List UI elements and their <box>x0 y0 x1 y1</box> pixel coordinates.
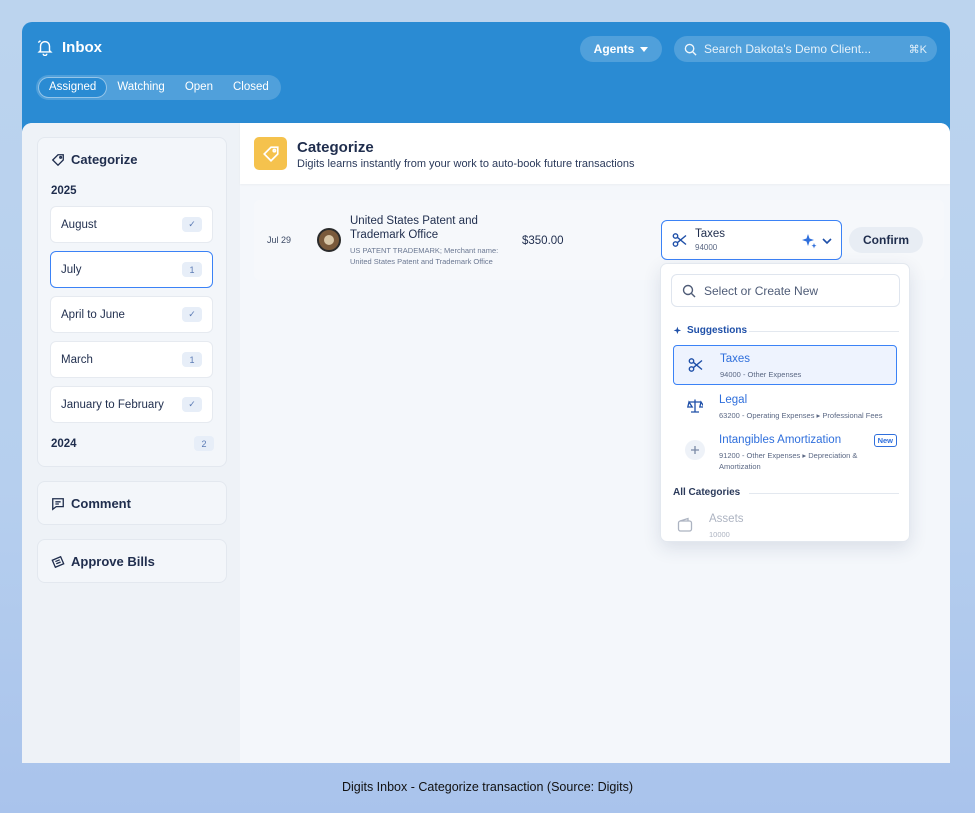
sidebar: Categorize 2025 August ✓ July 1 April to… <box>22 123 240 763</box>
chevron-down-icon <box>822 238 832 245</box>
wallet-icon <box>677 517 693 532</box>
option-name: Assets <box>709 513 744 525</box>
main-panel: Categorize Digits learns instantly from … <box>240 123 950 763</box>
month-label: January to February <box>61 398 164 411</box>
month-march[interactable]: March 1 <box>50 341 213 378</box>
divider <box>749 331 899 332</box>
bell-icon <box>37 40 53 56</box>
categorize-title: Categorize <box>71 152 138 167</box>
plus-icon <box>685 440 705 460</box>
transaction-date: Jul 29 <box>267 235 292 245</box>
tab-closed[interactable]: Closed <box>223 77 279 98</box>
category-select[interactable]: Taxes 94000 <box>661 220 842 260</box>
month-april-to-june[interactable]: April to June ✓ <box>50 296 213 333</box>
year-2024-row[interactable]: 2024 2 <box>51 436 214 451</box>
bill-icon <box>51 555 65 568</box>
tag-icon <box>51 153 64 166</box>
month-label: March <box>61 353 93 366</box>
tab-assigned[interactable]: Assigned <box>38 77 108 98</box>
option-intangibles-amortization[interactable]: Intangibles Amortization 91200 - Other E… <box>673 427 897 475</box>
count-badge: 1 <box>182 262 202 277</box>
month-label: August <box>61 218 97 231</box>
content-area: Categorize 2025 August ✓ July 1 April to… <box>22 123 950 763</box>
inbox-title: Inbox <box>62 38 102 56</box>
option-name: Taxes <box>720 353 751 365</box>
category-code: 94000 <box>695 243 718 252</box>
check-icon: ✓ <box>182 217 202 232</box>
approve-bills-card[interactable]: Approve Bills <box>37 539 227 583</box>
tag-tile-icon <box>254 137 287 170</box>
transaction-amount: $350.00 <box>522 235 564 247</box>
comment-icon <box>52 497 64 511</box>
suggestions-label: Suggestions <box>673 325 747 336</box>
tag-icon <box>262 145 279 162</box>
count-badge: 1 <box>182 352 202 367</box>
option-path: 94000 - Other Expenses <box>720 370 802 379</box>
caret-down-icon <box>640 46 649 52</box>
search-shortcut: ⌘K <box>908 43 927 56</box>
option-path: 91200 - Other Expenses ▸ Depreciation & … <box>719 451 858 471</box>
category-name: Taxes <box>695 228 726 240</box>
option-code: 10000 <box>709 530 730 539</box>
top-bar: Inbox Assigned Watching Open Closed Agen… <box>22 22 950 122</box>
approve-bills-title: Approve Bills <box>71 554 155 569</box>
option-legal[interactable]: Legal 63200 - Operating Expenses ▸ Profe… <box>673 387 897 427</box>
categorize-header[interactable]: Categorize <box>51 152 137 167</box>
tab-watching[interactable]: Watching <box>107 77 175 98</box>
option-name: Intangibles Amortization <box>719 434 842 446</box>
app-window: Inbox Assigned Watching Open Closed Agen… <box>22 22 950 763</box>
merchant-logo <box>317 228 341 252</box>
sparkle-icon <box>673 326 682 334</box>
month-label: July <box>61 263 82 276</box>
page-title: Categorize <box>297 139 374 156</box>
option-path: 63200 - Operating Expenses ▸ Professiona… <box>719 411 883 420</box>
transaction-name: United States Patent and Trademark Offic… <box>350 215 478 241</box>
check-icon: ✓ <box>182 307 202 322</box>
check-icon: ✓ <box>182 397 202 412</box>
transaction-description: US PATENT TRADEMARK; Merchant name: Unit… <box>350 246 499 266</box>
comment-card[interactable]: Comment <box>37 481 227 525</box>
search-placeholder: Search Dakota's Demo Client... <box>704 42 872 56</box>
option-assets[interactable]: Assets 10000 <box>673 506 897 541</box>
search-icon <box>682 284 696 297</box>
count-badge: 2 <box>194 436 214 451</box>
scales-icon <box>687 399 703 413</box>
global-search[interactable]: Search Dakota's Demo Client... ⌘K <box>674 36 937 62</box>
category-dropdown: Suggestions Taxes 94000 - Other Expenses… <box>660 263 910 542</box>
all-categories-label: All Categories <box>673 487 741 498</box>
scissors-icon <box>672 233 687 247</box>
confirm-button[interactable]: Confirm <box>849 227 923 253</box>
search-icon <box>684 43 697 56</box>
month-july[interactable]: July 1 <box>50 251 213 288</box>
year-2024: 2024 <box>51 437 77 450</box>
category-search-input[interactable] <box>704 283 884 298</box>
category-search[interactable] <box>671 274 900 307</box>
month-august[interactable]: August ✓ <box>50 206 213 243</box>
image-caption: Digits Inbox - Categorize transaction (S… <box>341 780 634 794</box>
new-badge: New <box>873 434 897 447</box>
categorize-card: Categorize 2025 August ✓ July 1 April to… <box>37 137 227 467</box>
suggestions-label-text: Suggestions <box>687 325 748 336</box>
scissors-icon <box>688 358 703 372</box>
categorize-header-card: Categorize Digits learns instantly from … <box>240 123 950 184</box>
page-subtitle: Digits learns instantly from your work t… <box>297 158 635 170</box>
agents-label: Agents <box>593 42 635 56</box>
divider <box>749 493 899 494</box>
year-2025: 2025 <box>51 185 77 197</box>
option-taxes[interactable]: Taxes 94000 - Other Expenses <box>673 345 897 385</box>
option-name: Legal <box>719 394 748 406</box>
comment-title: Comment <box>71 496 131 511</box>
sparkle-icon <box>802 234 817 249</box>
agents-button[interactable]: Agents <box>580 36 662 62</box>
inbox-tabs: Assigned Watching Open Closed <box>36 75 281 100</box>
month-january-to-february[interactable]: January to February ✓ <box>50 386 213 423</box>
tab-open[interactable]: Open <box>175 77 223 98</box>
inbox-header: Inbox <box>36 38 102 56</box>
month-label: April to June <box>61 308 125 321</box>
